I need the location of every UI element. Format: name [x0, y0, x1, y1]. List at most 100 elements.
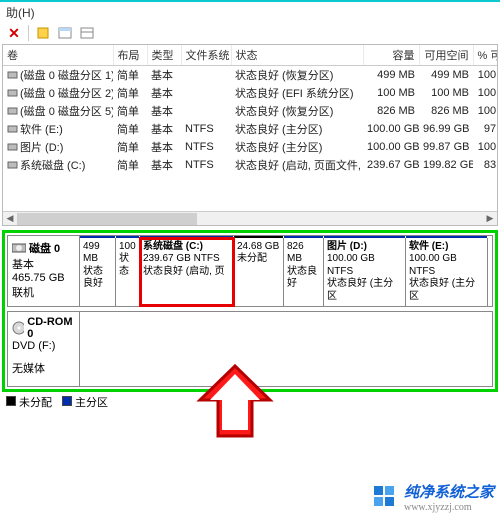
table-body: (磁盘 0 磁盘分区 1)简单基本状态良好 (恢复分区)499 MB499 MB… [3, 66, 497, 174]
table-header[interactable]: 卷 布局 类型 文件系统 状态 容量 可用空间 % 可用 [3, 45, 498, 66]
partition-line2: 499 MB [83, 241, 112, 266]
cell: 状态良好 (EFI 系统分区) [231, 84, 363, 102]
partition[interactable]: 499 MB状态良好 [80, 238, 116, 307]
cell: 83 % [473, 156, 497, 174]
cell: 简单 [113, 138, 147, 156]
cell: 图片 (D:) [3, 138, 113, 156]
cell: 基本 [147, 84, 181, 102]
cell: 简单 [113, 66, 147, 84]
toolbar: ✕ [0, 22, 500, 44]
table-row[interactable]: (磁盘 0 磁盘分区 5)简单基本状态良好 (恢复分区)826 MB826 MB… [3, 102, 497, 120]
disk-icon [12, 242, 26, 254]
highlighted-disk-area: 磁盘 0 基本 465.75 GB 联机 499 MB状态良好100状态系统磁盘… [2, 230, 498, 392]
watermark-logo-icon [372, 484, 398, 510]
cell: (磁盘 0 磁盘分区 1) [3, 66, 113, 84]
partition-line2: 239.67 GB NTFS [143, 253, 230, 266]
col-capacity[interactable]: 容量 [363, 45, 419, 66]
disk-0-row[interactable]: 磁盘 0 基本 465.75 GB 联机 499 MB状态良好100状态系统磁盘… [7, 235, 493, 307]
cdrom-row[interactable]: CD-ROM 0 DVD (F:) 无媒体 [7, 311, 493, 387]
partition-line1: 图片 (D:) [327, 241, 402, 254]
cell: 199.82 GB [419, 156, 473, 174]
volume-icon [7, 70, 20, 82]
table-row[interactable]: (磁盘 0 磁盘分区 1)简单基本状态良好 (恢复分区)499 MB499 MB… [3, 66, 497, 84]
volume-list: 卷 布局 类型 文件系统 状态 容量 可用空间 % 可用 (磁盘 0 磁盘分区 … [2, 44, 498, 226]
partition[interactable]: 软件 (E:)100.00 GB NTFS状态良好 (主分区 [406, 238, 488, 307]
volume-icon [7, 106, 20, 118]
cell: 状态良好 (恢复分区) [231, 102, 363, 120]
watermark-brand: 纯净系统之家 [404, 481, 494, 502]
disk-0-partitions: 499 MB状态良好100状态系统磁盘 (C:)239.67 GB NTFS状态… [80, 236, 492, 306]
cdrom-device: DVD (F:) [12, 340, 55, 352]
col-layout[interactable]: 布局 [113, 45, 147, 66]
partition-line2: 826 MB [287, 241, 320, 266]
partition-line3: 状态良好 (主分区 [327, 278, 402, 303]
disk-0-title: 磁盘 0 [29, 240, 60, 256]
cell: 基本 [147, 138, 181, 156]
cell: (磁盘 0 磁盘分区 2) [3, 84, 113, 102]
cell: 简单 [113, 102, 147, 120]
partition[interactable]: 图片 (D:)100.00 GB NTFS状态良好 (主分区 [324, 238, 406, 307]
disk-management-window: 助(H) ✕ 卷 布局 类型 文件系统 状态 [0, 0, 500, 517]
col-pct[interactable]: % 可用 [473, 45, 498, 66]
cell: 状态良好 (主分区) [231, 138, 363, 156]
partition-line3: 状态良好 [287, 266, 320, 291]
cell: 状态良好 (主分区) [231, 120, 363, 138]
close-icon[interactable]: ✕ [6, 25, 22, 41]
cell: 100.00 GB [363, 120, 419, 138]
watermark: 纯净系统之家 www.xjyzzj.com [372, 481, 494, 513]
volume-icon [7, 124, 20, 136]
cell: 100 MB [363, 84, 419, 102]
cell: 499 MB [419, 66, 473, 84]
table-row[interactable]: 系统磁盘 (C:)简单基本NTFS状态良好 (启动, 页面文件, 故障转储, 主… [3, 156, 497, 174]
menu-help[interactable]: 助(H) [6, 6, 35, 20]
view-icon[interactable] [57, 25, 73, 41]
cell: 100 % [473, 138, 497, 156]
partition[interactable]: 系统磁盘 (C:)239.67 GB NTFS状态良好 (启动, 页 [140, 238, 234, 307]
cell [181, 84, 231, 102]
cell: 99.87 GB [419, 138, 473, 156]
col-fs[interactable]: 文件系统 [181, 45, 231, 66]
cell [181, 66, 231, 84]
disk-0-size: 465.75 GB [12, 272, 75, 284]
cell [181, 102, 231, 120]
menubar[interactable]: 助(H) [0, 2, 500, 22]
partition-line2: 100 [119, 241, 136, 254]
cell: 状态良好 (启动, 页面文件, 故障转储, 主分区) [231, 156, 363, 174]
cell: 软件 (E:) [3, 120, 113, 138]
volume-icon [7, 160, 20, 172]
cell: 826 MB [363, 102, 419, 120]
col-volume[interactable]: 卷 [3, 45, 113, 66]
partition[interactable]: 826 MB状态良好 [284, 238, 324, 307]
h-scrollbar[interactable]: ◀ ▶ [3, 211, 497, 225]
partition[interactable]: 24.68 GB未分配 [234, 238, 284, 307]
partition-line3: 状态良好 [83, 266, 112, 291]
cell: 基本 [147, 66, 181, 84]
disk-0-label: 磁盘 0 基本 465.75 GB 联机 [8, 236, 80, 306]
scroll-track[interactable] [17, 213, 483, 225]
scroll-thumb[interactable] [17, 213, 197, 225]
scroll-right-icon[interactable]: ▶ [483, 212, 497, 226]
table-row[interactable]: 图片 (D:)简单基本NTFS状态良好 (主分区)100.00 GB99.87 … [3, 138, 497, 156]
col-type[interactable]: 类型 [147, 45, 181, 66]
cell: 基本 [147, 120, 181, 138]
table-row[interactable]: 软件 (E:)简单基本NTFS状态良好 (主分区)100.00 GB96.99 … [3, 120, 497, 138]
cell: 基本 [147, 156, 181, 174]
partition-line3: 状态良好 (主分区 [409, 278, 484, 303]
legend-primary: 主分区 [62, 394, 108, 410]
cell: 基本 [147, 102, 181, 120]
cell: NTFS [181, 138, 231, 156]
cdrom-state: 无媒体 [12, 363, 45, 375]
col-status[interactable]: 状态 [231, 45, 363, 66]
col-free[interactable]: 可用空间 [419, 45, 473, 66]
cell: 状态良好 (恢复分区) [231, 66, 363, 84]
volume-icon [7, 88, 20, 100]
properties-icon[interactable] [79, 25, 95, 41]
cell: 499 MB [363, 66, 419, 84]
refresh-icon[interactable] [35, 25, 51, 41]
scroll-left-icon[interactable]: ◀ [3, 212, 17, 226]
table-row[interactable]: (磁盘 0 磁盘分区 2)简单基本状态良好 (EFI 系统分区)100 MB10… [3, 84, 497, 102]
partition[interactable]: 100状态 [116, 238, 140, 307]
cdrom-label: CD-ROM 0 DVD (F:) 无媒体 [8, 312, 80, 386]
cell: 100 % [473, 102, 497, 120]
watermark-url: www.xjyzzj.com [404, 502, 494, 513]
